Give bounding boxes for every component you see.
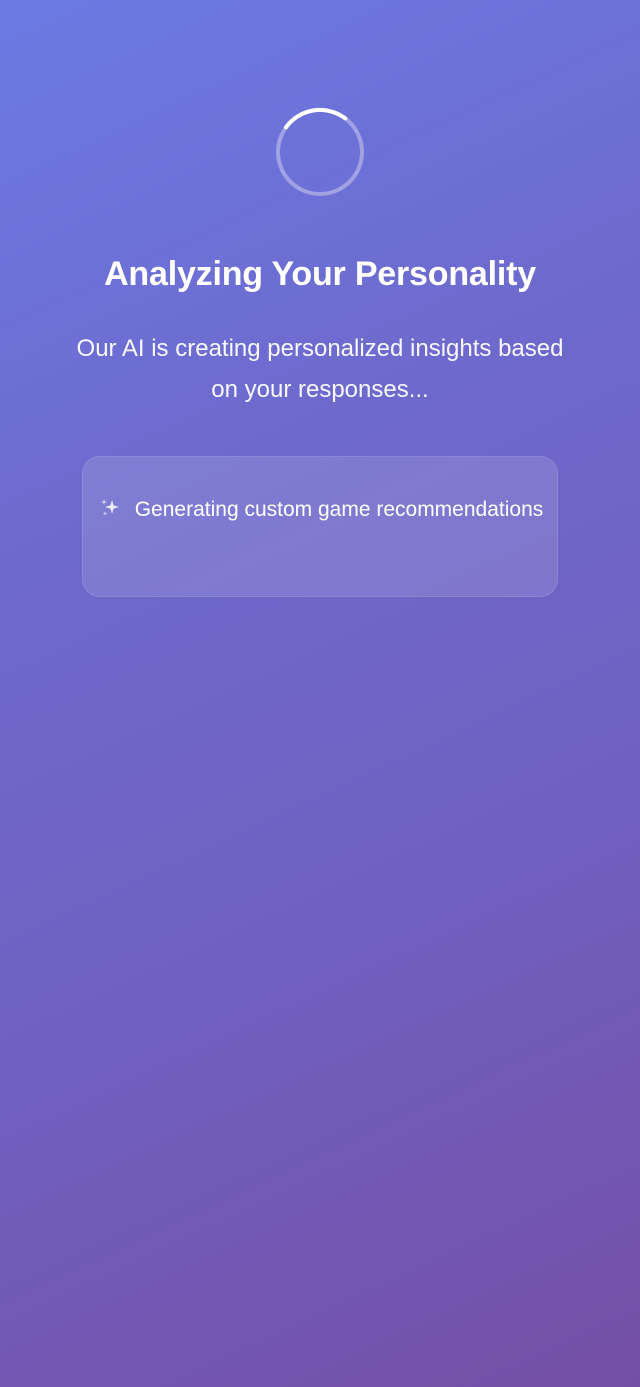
page-title: Analyzing Your Personality <box>104 255 536 293</box>
sparkle-icon <box>99 495 121 517</box>
status-text: Generating custom game recommendations <box>134 498 544 521</box>
page-subtitle: Our AI is creating personalized insights… <box>76 335 564 403</box>
loading-screen: Analyzing Your Personality Our AI is cre… <box>0 0 640 1387</box>
spinner-icon <box>275 107 365 197</box>
status-message: Generating custom game recommendations <box>83 492 559 527</box>
status-card: Generating custom game recommendations <box>82 456 558 597</box>
